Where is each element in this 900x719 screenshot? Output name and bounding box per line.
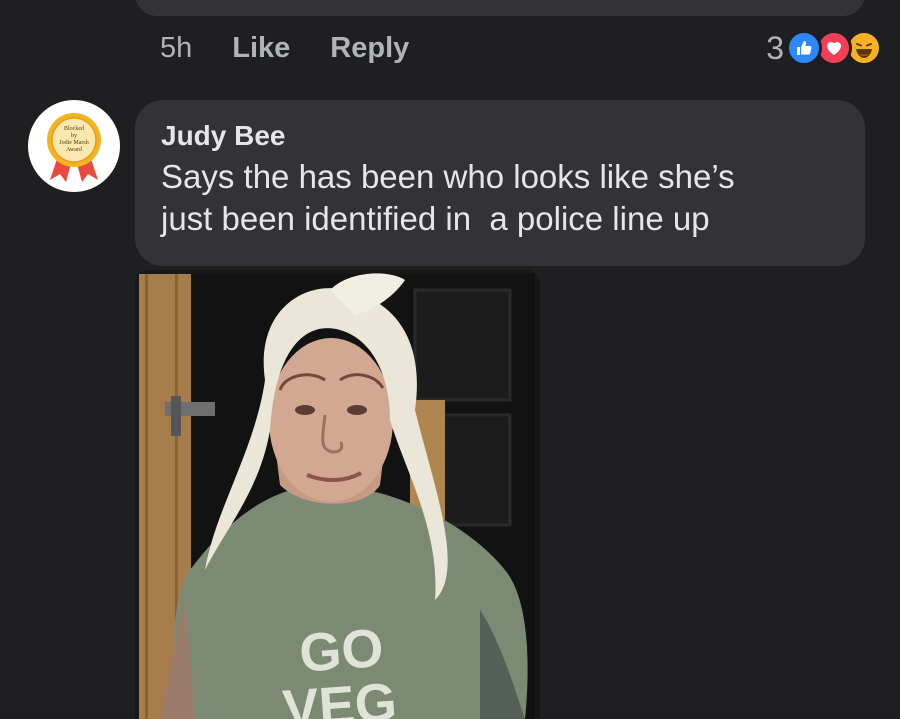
badge-line-3: Jodie Marsh <box>59 140 89 146</box>
reply-button[interactable]: Reply <box>330 32 409 65</box>
comment-bubble: Judy Bee Says the has been who looks lik… <box>135 100 865 266</box>
badge-line-1: Blocked <box>64 126 84 132</box>
avatar[interactable]: Blocked by Jodie Marsh Award <box>28 100 120 192</box>
reaction-count: 3 <box>766 29 784 66</box>
comment-actions: 5h Like Reply <box>160 30 409 66</box>
badge-line-4: Award <box>66 147 82 153</box>
comment-author[interactable]: Judy Bee <box>161 120 839 152</box>
comment-timestamp[interactable]: 5h <box>160 32 192 65</box>
like-button[interactable]: Like <box>232 32 290 65</box>
reactions-summary[interactable]: 3 <box>766 28 882 68</box>
previous-comment-bubble <box>135 0 865 16</box>
comment-text: Says the has been who looks like she’s j… <box>161 158 735 237</box>
like-icon <box>786 30 822 66</box>
award-badge-icon: Blocked by Jodie Marsh Award <box>47 113 101 182</box>
comment-photo[interactable]: GO VEG <box>135 270 540 719</box>
badge-line-2: by <box>71 133 77 139</box>
shirt-text-line2: VEG <box>281 672 399 719</box>
